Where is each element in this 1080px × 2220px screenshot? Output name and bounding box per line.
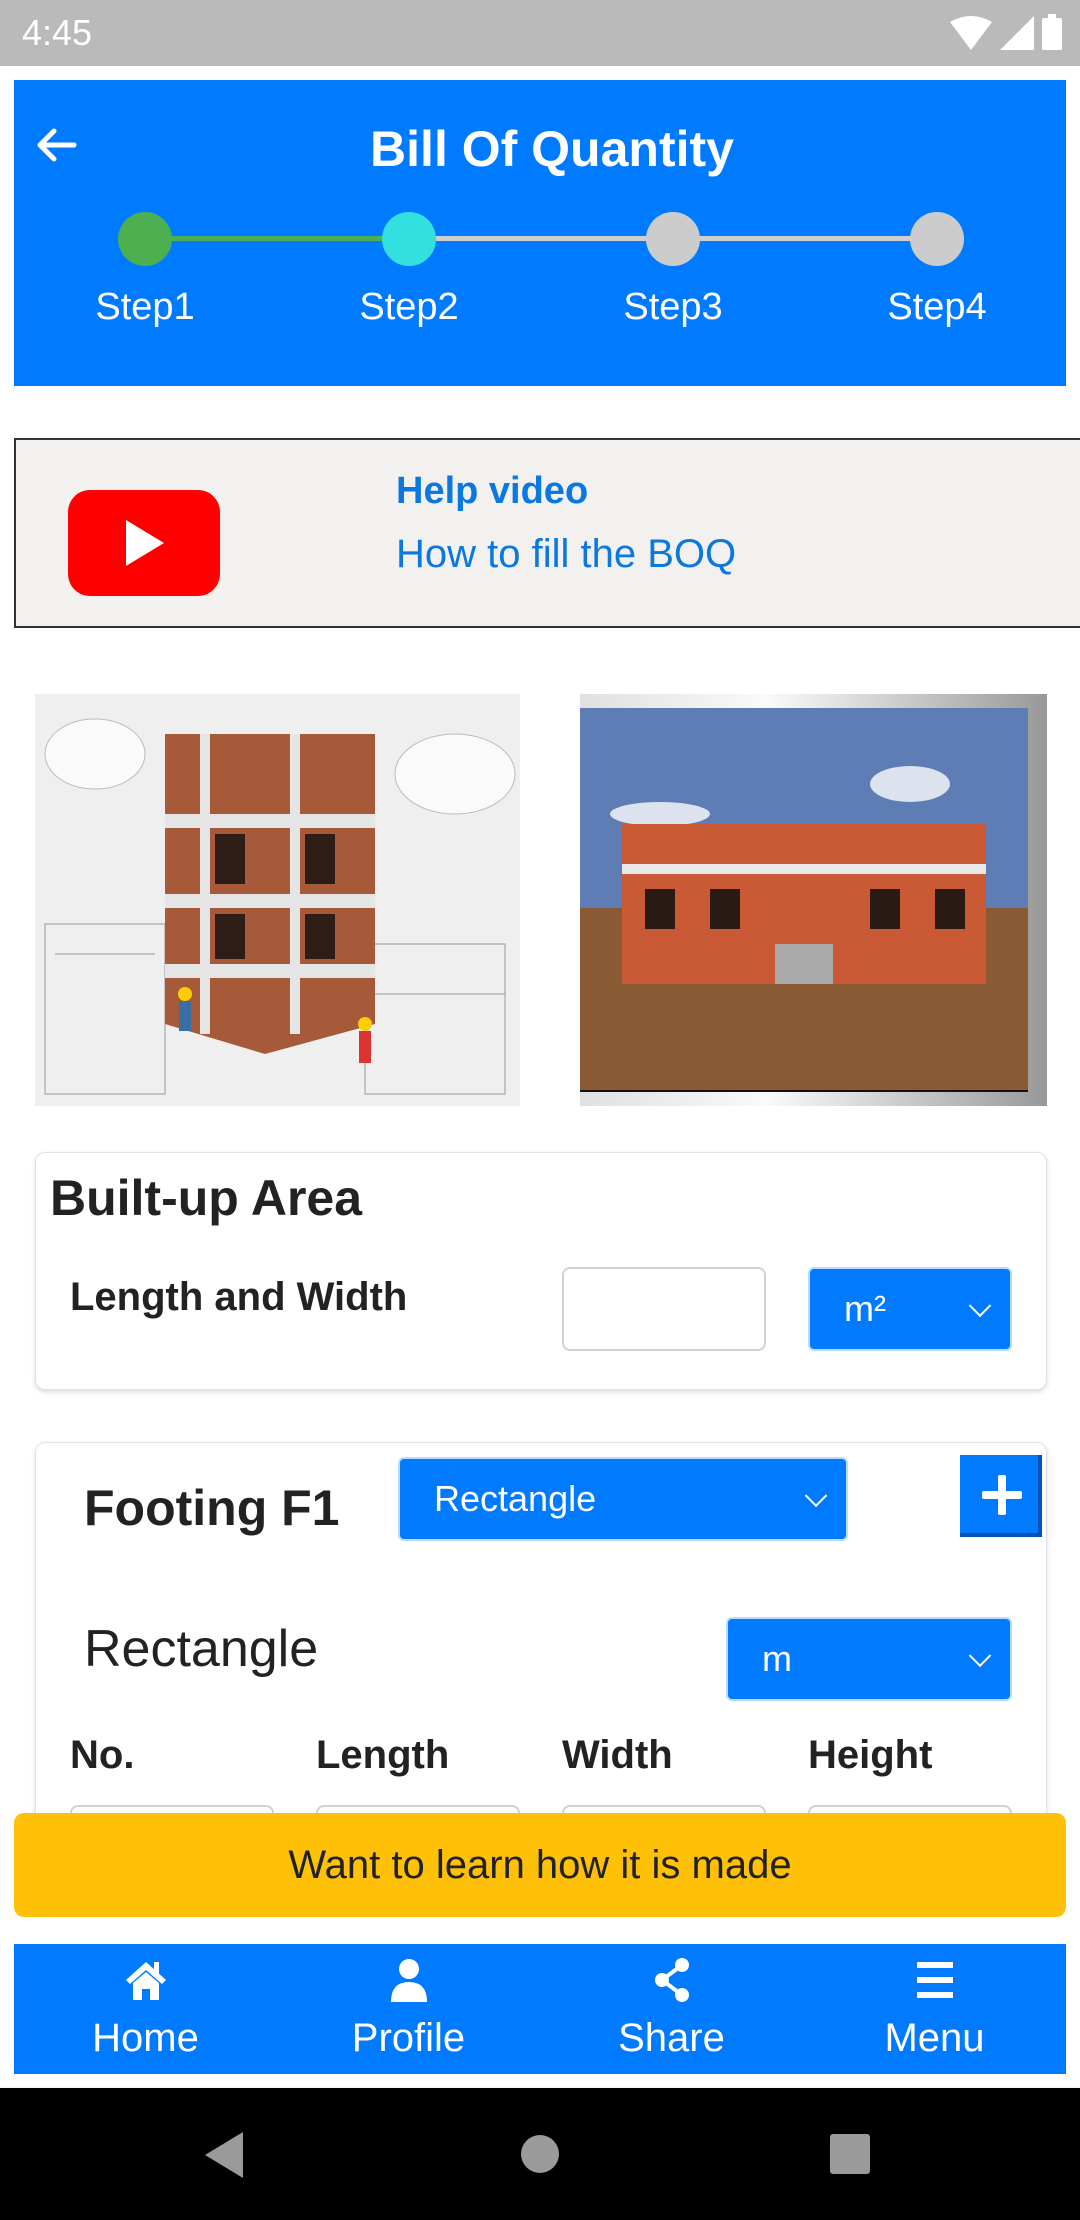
chevron-down-icon [804, 1484, 828, 1508]
nav-share-label: Share [618, 2016, 725, 2060]
system-recents-icon[interactable] [830, 2134, 870, 2174]
learn-how-made-button[interactable]: Want to learn how it is made [14, 1813, 1066, 1917]
add-footing-button[interactable] [960, 1455, 1042, 1537]
length-width-label: Length and Width [70, 1275, 408, 1319]
help-video-title: Help video [396, 470, 589, 512]
area-unit-value: m² [844, 1288, 886, 1329]
chevron-down-icon [968, 1294, 992, 1318]
share-icon [654, 1958, 689, 2002]
nav-profile[interactable]: Profile [277, 1944, 540, 2074]
footing-unit-value: m [762, 1638, 792, 1679]
help-video-link[interactable]: How to fill the BOQ [396, 532, 736, 577]
help-video-banner[interactable]: Help video How to fill the BOQ [14, 438, 1080, 628]
step-connector-1 [145, 236, 409, 241]
battery-icon [1042, 14, 1062, 50]
nav-home-label: Home [92, 2016, 199, 2060]
column-header-width: Width [562, 1733, 673, 1777]
chevron-down-icon [968, 1644, 992, 1668]
column-header-length: Length [316, 1733, 450, 1777]
system-navigation-bar [0, 2088, 1080, 2220]
step-label-3: Step3 [623, 286, 723, 328]
column-header-no: No. [70, 1733, 135, 1777]
house-render-image [580, 694, 1047, 1106]
footing-title: Footing F1 [84, 1480, 340, 1536]
user-icon [390, 1959, 427, 2002]
step-connector-3 [673, 236, 937, 241]
step-dot-4[interactable] [910, 212, 964, 266]
footing-unit-select[interactable]: m [726, 1617, 1012, 1701]
header: Bill Of Quantity Step1 Step2 Step3 Step4 [14, 80, 1066, 386]
construction-image [35, 694, 520, 1106]
bottom-navigation: Home Profile Share Menu [14, 1944, 1066, 2074]
app-screen: Bill Of Quantity Step1 Step2 Step3 Step4… [0, 66, 1080, 2086]
built-up-area-title: Built-up Area [50, 1170, 363, 1226]
step-label-4: Step4 [887, 286, 987, 328]
nav-menu-label: Menu [884, 2016, 985, 2060]
built-up-area-input[interactable] [562, 1267, 766, 1351]
status-time: 4:45 [22, 12, 93, 53]
footing-shape-value: Rectangle [434, 1478, 597, 1519]
menu-icon [916, 1962, 953, 1998]
house-render-illustration [580, 708, 1028, 1092]
step-dot-3[interactable] [646, 212, 700, 266]
footing-shape-select[interactable]: Rectangle [398, 1457, 848, 1541]
system-back-icon[interactable] [205, 2132, 245, 2178]
construction-illustration [35, 694, 520, 1106]
area-unit-select[interactable]: m² [808, 1267, 1012, 1351]
home-icon [125, 1962, 166, 2000]
step-dot-1[interactable] [118, 212, 172, 266]
system-home-icon[interactable] [520, 2134, 560, 2174]
page-title: Bill Of Quantity [370, 121, 734, 177]
nav-menu[interactable]: Menu [803, 1944, 1066, 2074]
footing-shape-heading: Rectangle [84, 1620, 319, 1678]
wifi-icon [950, 16, 992, 50]
step-dot-2[interactable] [382, 212, 436, 266]
status-bar: 4:45 [0, 0, 1080, 66]
stepper: Step1 Step2 Step3 Step4 [14, 196, 1066, 328]
column-header-height: Height [808, 1733, 933, 1777]
signal-icon [1000, 16, 1034, 50]
youtube-play-icon[interactable] [68, 490, 220, 596]
nav-share[interactable]: Share [540, 1944, 803, 2074]
status-icons [950, 14, 1062, 50]
step-label-2: Step2 [359, 286, 459, 328]
nav-home[interactable]: Home [14, 1944, 277, 2074]
step-label-1: Step1 [95, 286, 195, 328]
step-connector-2 [409, 236, 673, 241]
footing-card: Footing F1 Rectangle Rectangle m No. Len… [35, 1442, 1047, 1865]
built-up-area-card: Built-up Area Length and Width m² [35, 1152, 1047, 1390]
nav-profile-label: Profile [351, 2016, 466, 2060]
